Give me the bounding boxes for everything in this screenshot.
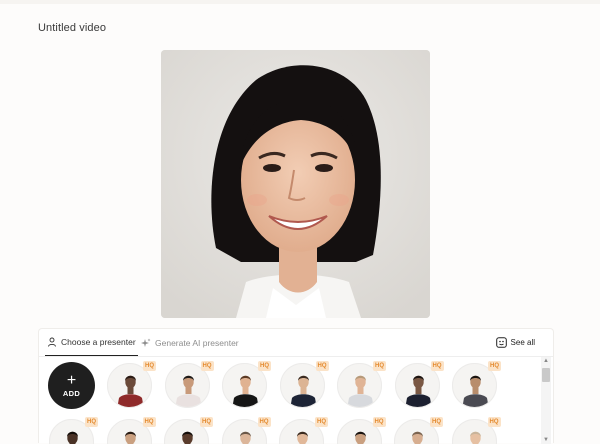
tab-generate-ai-presenter[interactable]: Generate AI presenter — [141, 329, 239, 356]
see-all-button[interactable]: See all — [495, 329, 535, 356]
scroll-up-arrow-icon[interactable]: ▲ — [542, 357, 550, 365]
top-bar — [0, 0, 600, 4]
presenter-tabs: Choose a presenter Generate AI presenter… — [39, 329, 553, 357]
presenter-avatar[interactable]: HQ — [106, 417, 156, 444]
hq-badge: HQ — [315, 417, 328, 427]
add-presenter-button[interactable]: + ADD — [48, 362, 95, 409]
person-icon — [47, 337, 57, 347]
presenter-preview — [161, 50, 430, 318]
avatar-gallery-icon — [495, 337, 507, 348]
presenter-avatar[interactable]: HQ — [337, 361, 386, 408]
presenter-avatar[interactable]: HQ — [336, 417, 386, 444]
presenter-avatar[interactable]: HQ — [451, 417, 501, 444]
hq-badge: HQ — [142, 417, 156, 427]
sparkle-icon — [141, 338, 151, 348]
see-all-label: See all — [510, 338, 535, 347]
tab-choose-presenter[interactable]: Choose a presenter — [45, 329, 138, 356]
hq-badge: HQ — [488, 361, 501, 371]
presenter-scrollbar[interactable]: ▲ ▼ — [541, 357, 551, 444]
presenter-avatar[interactable]: HQ — [279, 417, 328, 444]
hq-badge: HQ — [85, 417, 98, 427]
hq-badge: HQ — [257, 417, 271, 427]
presenter-avatar[interactable]: HQ — [279, 361, 329, 408]
presenter-avatar[interactable]: HQ — [107, 361, 156, 408]
plus-icon: + — [66, 371, 77, 389]
presenter-avatar[interactable]: HQ — [164, 417, 213, 444]
presenter-avatar[interactable]: HQ — [222, 361, 271, 408]
hq-badge: HQ — [430, 417, 443, 427]
add-button-label: ADD — [62, 388, 81, 398]
hq-badge: HQ — [487, 417, 501, 427]
presenter-avatar[interactable]: HQ — [452, 361, 501, 408]
presenter-avatar[interactable]: HQ — [164, 361, 214, 408]
presenter-portrait-image — [161, 50, 430, 318]
hq-badge: HQ — [200, 417, 213, 427]
hq-badge: HQ — [315, 361, 329, 371]
presenter-avatar[interactable]: HQ — [221, 417, 271, 444]
presenter-avatar[interactable]: HQ — [394, 417, 443, 444]
hq-badge: HQ — [143, 361, 156, 371]
presenter-avatar[interactable]: HQ — [49, 417, 98, 444]
hq-badge: HQ — [372, 417, 386, 427]
presenter-grid: + ADD HQ HQ HQ HQ HQ HQ HQ HQ HQ HQ HQ HQ HQ HQ HQ — [39, 357, 539, 444]
hq-badge: HQ — [258, 361, 271, 371]
presenter-avatar[interactable]: HQ — [394, 361, 444, 408]
scrollbar-thumb[interactable] — [542, 368, 550, 382]
hq-badge: HQ — [373, 361, 386, 371]
tab-generate-ai-presenter-label: Generate AI presenter — [155, 337, 239, 348]
hq-badge: HQ — [200, 361, 214, 371]
tab-choose-presenter-label: Choose a presenter — [61, 337, 136, 347]
video-title[interactable]: Untitled video — [38, 22, 106, 34]
hq-badge: HQ — [430, 361, 444, 371]
presenter-panel: Choose a presenter Generate AI presenter… — [38, 328, 554, 444]
